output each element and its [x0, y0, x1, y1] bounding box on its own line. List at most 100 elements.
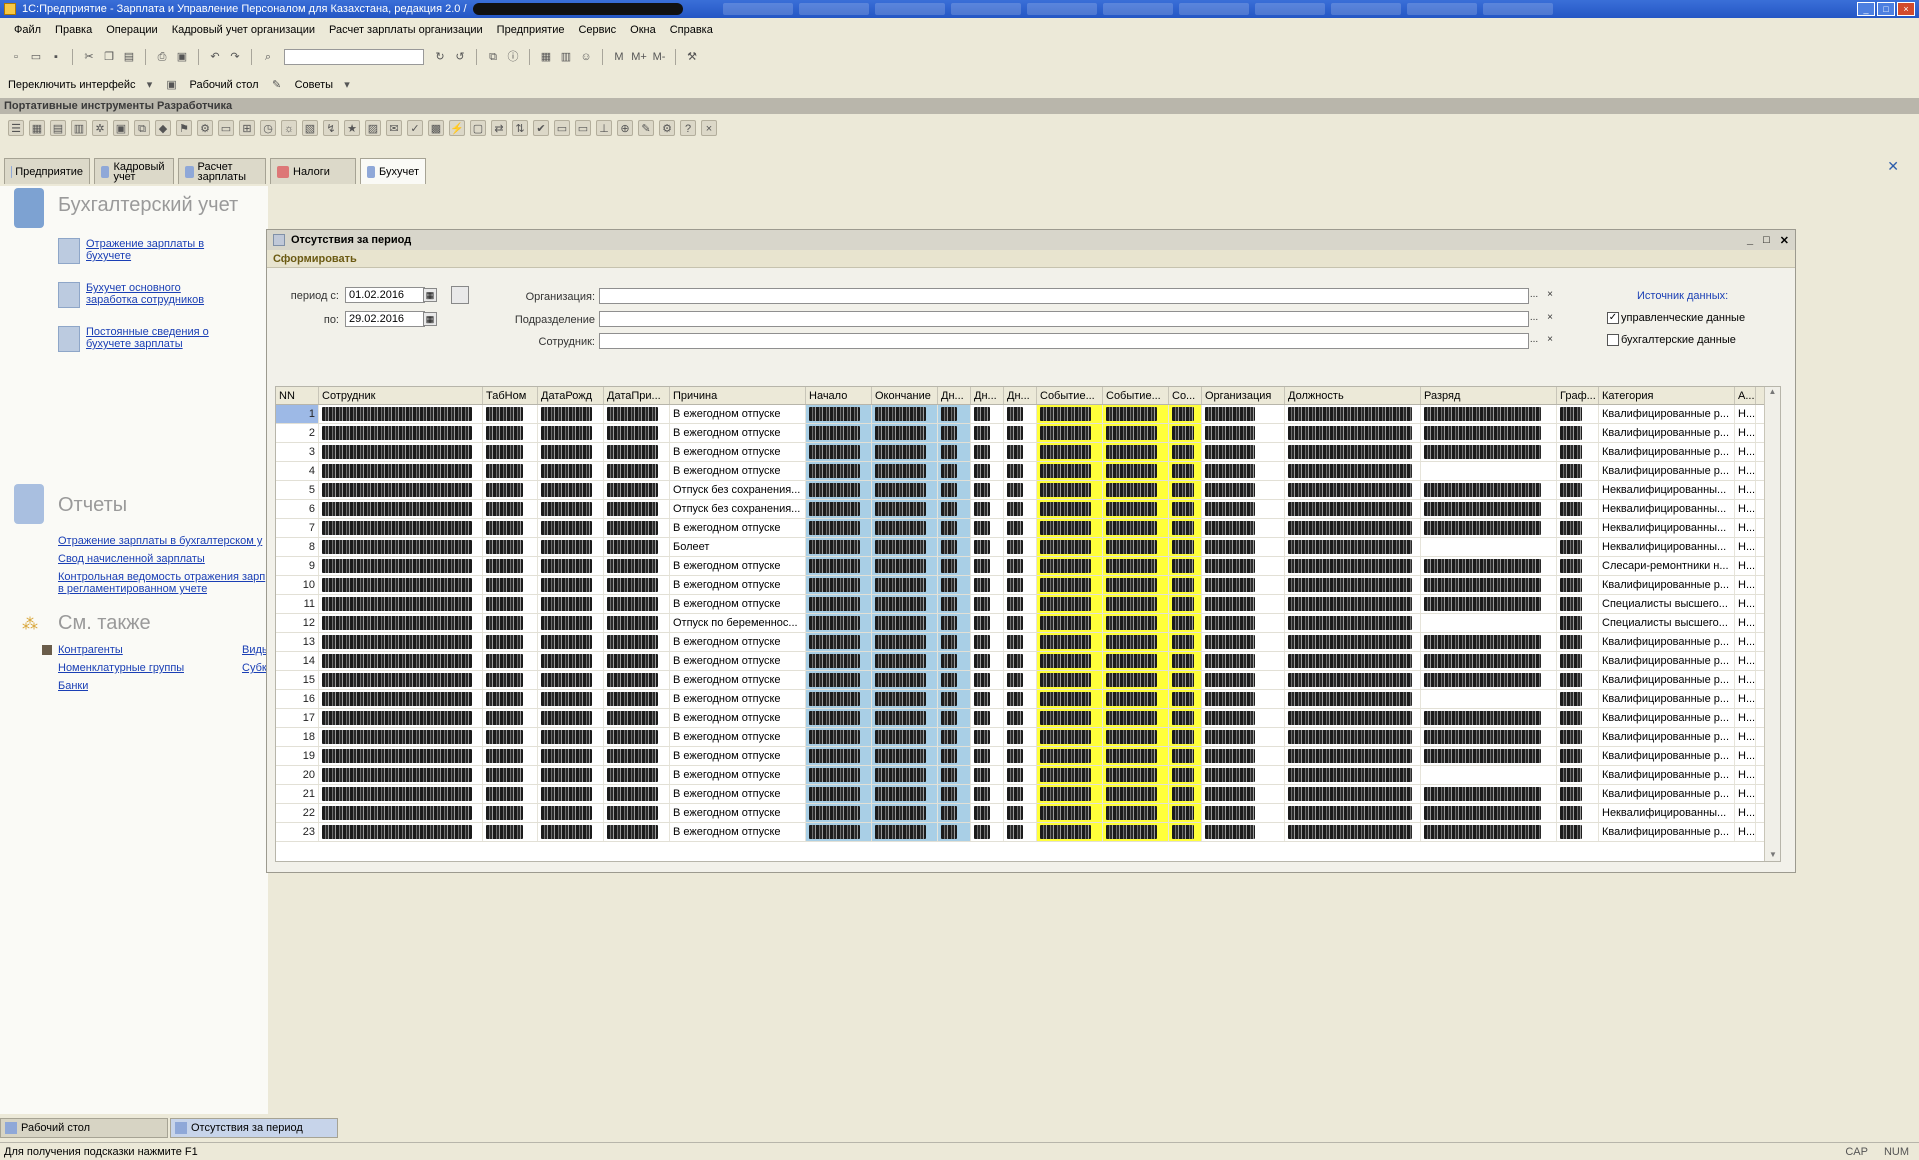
reason-cell[interactable]: В ежегодном отпуске — [670, 405, 806, 423]
redacted-cell[interactable] — [971, 614, 1004, 632]
memory-m-plus[interactable]: M+ — [631, 49, 647, 65]
table-row[interactable]: 21 В ежегодном отпуске Квалифицированные р… — [276, 785, 1780, 804]
a-cell[interactable]: Н... — [1735, 633, 1756, 651]
redacted-cell[interactable] — [872, 614, 938, 632]
see-also-banks[interactable]: Банки — [58, 680, 88, 692]
menu-hr[interactable]: Кадровый учет организации — [172, 24, 315, 36]
redacted-cell[interactable] — [538, 823, 604, 841]
redacted-cell[interactable] — [1285, 405, 1421, 423]
redacted-cell[interactable] — [538, 462, 604, 480]
dev-tool-icon[interactable]: ☰ — [8, 120, 24, 136]
department-pick-button[interactable]: ... — [1527, 312, 1541, 326]
redacted-cell[interactable] — [938, 424, 971, 442]
redacted-cell[interactable] — [1557, 500, 1599, 518]
redacted-cell[interactable] — [604, 443, 670, 461]
redacted-cell[interactable] — [872, 443, 938, 461]
calendar-picker-icon[interactable]: ▦ — [423, 312, 437, 326]
redacted-cell[interactable] — [1004, 823, 1037, 841]
category-cell[interactable]: Квалифицированные р... — [1599, 633, 1735, 651]
redacted-cell[interactable] — [604, 538, 670, 556]
menu-service[interactable]: Сервис — [578, 24, 616, 36]
redacted-cell[interactable] — [1037, 614, 1103, 632]
column-header[interactable]: Дн... — [938, 387, 971, 404]
redacted-cell[interactable] — [1169, 500, 1202, 518]
dev-tool-icon[interactable]: ▥ — [71, 120, 87, 136]
redacted-cell[interactable] — [483, 595, 538, 613]
redo-icon[interactable]: ↷ — [227, 49, 243, 65]
table-row[interactable]: 11 В ежегодном отпуске Специалисты высшего… — [276, 595, 1780, 614]
redacted-cell[interactable] — [319, 671, 483, 689]
redacted-cell[interactable] — [604, 823, 670, 841]
redacted-cell[interactable] — [1285, 690, 1421, 708]
redacted-cell[interactable] — [872, 481, 938, 499]
redacted-cell[interactable] — [938, 462, 971, 480]
redacted-cell[interactable] — [1037, 519, 1103, 537]
redacted-cell[interactable] — [1557, 519, 1599, 537]
dev-tool-icon[interactable]: ⇄ — [491, 120, 507, 136]
report-control-sheet[interactable]: Контрольная ведомость отражения зарп — [58, 571, 266, 583]
redacted-cell[interactable] — [538, 405, 604, 423]
memory-m[interactable]: M — [611, 49, 627, 65]
redacted-cell[interactable] — [1103, 538, 1169, 556]
reason-cell[interactable]: В ежегодном отпуске — [670, 804, 806, 822]
column-header[interactable]: Организация — [1202, 387, 1285, 404]
redacted-cell[interactable] — [319, 633, 483, 651]
redacted-cell[interactable] — [1421, 709, 1557, 727]
redacted-cell[interactable] — [971, 481, 1004, 499]
dev-tool-icon[interactable]: ▭ — [554, 120, 570, 136]
dev-tool-icon[interactable]: ▦ — [29, 120, 45, 136]
redacted-cell[interactable] — [1285, 462, 1421, 480]
redacted-cell[interactable] — [538, 652, 604, 670]
redacted-cell[interactable] — [872, 557, 938, 575]
redacted-cell[interactable] — [872, 690, 938, 708]
redacted-cell[interactable] — [1004, 481, 1037, 499]
redacted-cell[interactable] — [1169, 766, 1202, 784]
menu-edit[interactable]: Правка — [55, 24, 92, 36]
redacted-cell[interactable] — [872, 519, 938, 537]
redacted-cell[interactable] — [1004, 424, 1037, 442]
redacted-cell[interactable] — [538, 709, 604, 727]
dev-tool-icon[interactable]: ▭ — [218, 120, 234, 136]
redacted-cell[interactable] — [1037, 633, 1103, 651]
cut-icon[interactable]: ✂ — [81, 49, 97, 65]
redacted-cell[interactable] — [319, 614, 483, 632]
column-header[interactable]: Со... — [1169, 387, 1202, 404]
category-cell[interactable]: Квалифицированные р... — [1599, 424, 1735, 442]
redacted-cell[interactable] — [604, 614, 670, 632]
redacted-cell[interactable] — [1169, 671, 1202, 689]
redacted-cell[interactable] — [1004, 728, 1037, 746]
category-cell[interactable]: Квалифицированные р... — [1599, 728, 1735, 746]
row-number[interactable]: 16 — [276, 690, 319, 708]
redacted-cell[interactable] — [971, 595, 1004, 613]
table-row[interactable]: 2 В ежегодном отпуске Квалифицированные р.… — [276, 424, 1780, 443]
tools-icon[interactable]: ⚒ — [684, 49, 700, 65]
table-row[interactable]: 17 В ежегодном отпуске Квалифицированные р… — [276, 709, 1780, 728]
redacted-cell[interactable] — [1169, 614, 1202, 632]
redacted-cell[interactable] — [872, 576, 938, 594]
redacted-cell[interactable] — [806, 728, 872, 746]
redacted-cell[interactable] — [604, 804, 670, 822]
window-tab-absences[interactable]: Отсутствия за период — [170, 1118, 338, 1138]
redacted-cell[interactable] — [1285, 538, 1421, 556]
redacted-cell[interactable] — [806, 424, 872, 442]
redacted-cell[interactable] — [806, 595, 872, 613]
employee-clear-button[interactable]: × — [1543, 334, 1557, 348]
redacted-cell[interactable] — [1037, 785, 1103, 803]
redacted-cell[interactable] — [538, 804, 604, 822]
redacted-cell[interactable] — [319, 557, 483, 575]
redacted-cell[interactable] — [483, 709, 538, 727]
redacted-cell[interactable] — [1285, 614, 1421, 632]
link-main-earnings[interactable]: Бухучет основного заработка сотрудников — [86, 282, 214, 306]
column-header[interactable]: Дн... — [1004, 387, 1037, 404]
redacted-cell[interactable] — [938, 766, 971, 784]
table-row[interactable]: 6 Отпуск без сохранения... Неквалифицирова… — [276, 500, 1780, 519]
redacted-cell[interactable] — [319, 405, 483, 423]
row-number[interactable]: 8 — [276, 538, 319, 556]
redacted-cell[interactable] — [1103, 443, 1169, 461]
column-header[interactable]: А... — [1735, 387, 1756, 404]
department-field[interactable] — [599, 311, 1529, 327]
redacted-cell[interactable] — [538, 595, 604, 613]
redacted-cell[interactable] — [806, 443, 872, 461]
redacted-cell[interactable] — [483, 671, 538, 689]
redacted-cell[interactable] — [1421, 804, 1557, 822]
